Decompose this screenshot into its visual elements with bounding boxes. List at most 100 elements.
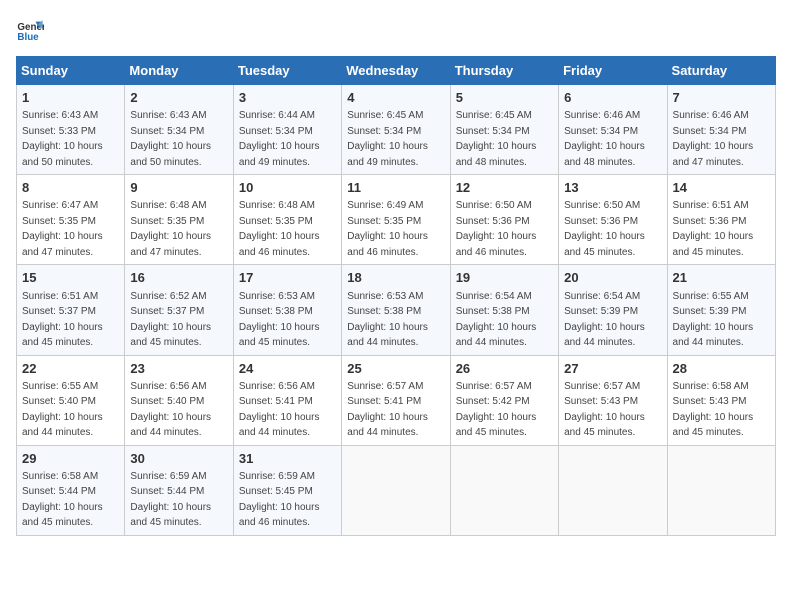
day-info: Sunrise: 6:53 AMSunset: 5:38 PMDaylight:… <box>239 291 320 349</box>
day-info: Sunrise: 6:59 AMSunset: 5:44 PMDaylight:… <box>130 471 211 529</box>
day-number: 11 <box>347 179 444 197</box>
day-info: Sunrise: 6:46 AMSunset: 5:34 PMDaylight:… <box>564 110 645 168</box>
day-info: Sunrise: 6:57 AMSunset: 5:42 PMDaylight:… <box>456 381 537 439</box>
header-saturday: Saturday <box>667 57 775 85</box>
day-info: Sunrise: 6:53 AMSunset: 5:38 PMDaylight:… <box>347 291 428 349</box>
day-number: 10 <box>239 179 336 197</box>
day-number: 4 <box>347 89 444 107</box>
day-info: Sunrise: 6:43 AMSunset: 5:33 PMDaylight:… <box>22 110 103 168</box>
header-tuesday: Tuesday <box>233 57 341 85</box>
calendar-cell: 26 Sunrise: 6:57 AMSunset: 5:42 PMDayligh… <box>450 355 558 445</box>
logo-icon: General Blue <box>16 16 44 44</box>
calendar-cell: 23 Sunrise: 6:56 AMSunset: 5:40 PMDayligh… <box>125 355 233 445</box>
day-info: Sunrise: 6:48 AMSunset: 5:35 PMDaylight:… <box>239 200 320 258</box>
calendar-cell: 20 Sunrise: 6:54 AMSunset: 5:39 PMDayligh… <box>559 265 667 355</box>
calendar-cell: 6 Sunrise: 6:46 AMSunset: 5:34 PMDaylight… <box>559 85 667 175</box>
day-info: Sunrise: 6:57 AMSunset: 5:41 PMDaylight:… <box>347 381 428 439</box>
day-number: 15 <box>22 269 119 287</box>
calendar-cell: 29 Sunrise: 6:58 AMSunset: 5:44 PMDayligh… <box>17 445 125 535</box>
day-number: 26 <box>456 360 553 378</box>
week-row-2: 8 Sunrise: 6:47 AMSunset: 5:35 PMDaylight… <box>17 175 776 265</box>
day-number: 2 <box>130 89 227 107</box>
calendar-header-row: SundayMondayTuesdayWednesdayThursdayFrid… <box>17 57 776 85</box>
header-wednesday: Wednesday <box>342 57 450 85</box>
calendar-cell <box>450 445 558 535</box>
day-number: 3 <box>239 89 336 107</box>
day-info: Sunrise: 6:57 AMSunset: 5:43 PMDaylight:… <box>564 381 645 439</box>
day-info: Sunrise: 6:47 AMSunset: 5:35 PMDaylight:… <box>22 200 103 258</box>
day-info: Sunrise: 6:45 AMSunset: 5:34 PMDaylight:… <box>456 110 537 168</box>
calendar-cell: 13Sunrise: 6:50 AMSunset: 5:36 PMDayligh… <box>559 175 667 265</box>
day-info: Sunrise: 6:45 AMSunset: 5:34 PMDaylight:… <box>347 110 428 168</box>
day-info: Sunrise: 6:54 AMSunset: 5:39 PMDaylight:… <box>564 291 645 349</box>
day-number: 22 <box>22 360 119 378</box>
day-number: 17 <box>239 269 336 287</box>
calendar-cell: 25 Sunrise: 6:57 AMSunset: 5:41 PMDayligh… <box>342 355 450 445</box>
calendar-cell: 18 Sunrise: 6:53 AMSunset: 5:38 PMDayligh… <box>342 265 450 355</box>
week-row-1: 1 Sunrise: 6:43 AMSunset: 5:33 PMDaylight… <box>17 85 776 175</box>
day-info: Sunrise: 6:56 AMSunset: 5:40 PMDaylight:… <box>130 381 211 439</box>
calendar-cell: 31 Sunrise: 6:59 AMSunset: 5:45 PMDayligh… <box>233 445 341 535</box>
day-info: Sunrise: 6:43 AMSunset: 5:34 PMDaylight:… <box>130 110 211 168</box>
calendar-cell: 27 Sunrise: 6:57 AMSunset: 5:43 PMDayligh… <box>559 355 667 445</box>
day-number: 27 <box>564 360 661 378</box>
day-info: Sunrise: 6:54 AMSunset: 5:38 PMDaylight:… <box>456 291 537 349</box>
calendar-cell: 10 Sunrise: 6:48 AMSunset: 5:35 PMDayligh… <box>233 175 341 265</box>
svg-text:Blue: Blue <box>17 32 39 43</box>
header-friday: Friday <box>559 57 667 85</box>
day-info: Sunrise: 6:50 AMSunset: 5:36 PMDaylight:… <box>456 200 537 258</box>
day-number: 16 <box>130 269 227 287</box>
day-number: 29 <box>22 450 119 468</box>
calendar-cell: 1 Sunrise: 6:43 AMSunset: 5:33 PMDaylight… <box>17 85 125 175</box>
day-number: 20 <box>564 269 661 287</box>
day-number: 21 <box>673 269 770 287</box>
day-number: 30 <box>130 450 227 468</box>
calendar-cell: 16 Sunrise: 6:52 AMSunset: 5:37 PMDayligh… <box>125 265 233 355</box>
day-number: 23 <box>130 360 227 378</box>
calendar-cell: 12 Sunrise: 6:50 AMSunset: 5:36 PMDayligh… <box>450 175 558 265</box>
calendar-cell: 28 Sunrise: 6:58 AMSunset: 5:43 PMDayligh… <box>667 355 775 445</box>
calendar-table: SundayMondayTuesdayWednesdayThursdayFrid… <box>16 56 776 536</box>
header-monday: Monday <box>125 57 233 85</box>
calendar-cell: 14Sunrise: 6:51 AMSunset: 5:36 PMDayligh… <box>667 175 775 265</box>
day-info: Sunrise: 6:49 AMSunset: 5:35 PMDaylight:… <box>347 200 428 258</box>
day-info: Sunrise: 6:59 AMSunset: 5:45 PMDaylight:… <box>239 471 320 529</box>
day-number: 14 <box>673 179 770 197</box>
calendar-cell <box>559 445 667 535</box>
week-row-3: 15Sunrise: 6:51 AMSunset: 5:37 PMDayligh… <box>17 265 776 355</box>
calendar-cell: 30 Sunrise: 6:59 AMSunset: 5:44 PMDayligh… <box>125 445 233 535</box>
day-number: 13 <box>564 179 661 197</box>
day-number: 6 <box>564 89 661 107</box>
day-info: Sunrise: 6:58 AMSunset: 5:44 PMDaylight:… <box>22 471 103 529</box>
logo: General Blue <box>16 16 48 44</box>
day-number: 1 <box>22 89 119 107</box>
day-number: 24 <box>239 360 336 378</box>
calendar-cell <box>342 445 450 535</box>
day-number: 5 <box>456 89 553 107</box>
calendar-cell: 15Sunrise: 6:51 AMSunset: 5:37 PMDayligh… <box>17 265 125 355</box>
day-number: 19 <box>456 269 553 287</box>
day-info: Sunrise: 6:52 AMSunset: 5:37 PMDaylight:… <box>130 291 211 349</box>
day-number: 31 <box>239 450 336 468</box>
calendar-cell: 17 Sunrise: 6:53 AMSunset: 5:38 PMDayligh… <box>233 265 341 355</box>
calendar-cell: 9Sunrise: 6:48 AMSunset: 5:35 PMDaylight… <box>125 175 233 265</box>
calendar-cell: 21Sunrise: 6:55 AMSunset: 5:39 PMDayligh… <box>667 265 775 355</box>
day-info: Sunrise: 6:46 AMSunset: 5:34 PMDaylight:… <box>673 110 754 168</box>
header-sunday: Sunday <box>17 57 125 85</box>
day-number: 9 <box>130 179 227 197</box>
calendar-cell: 2 Sunrise: 6:43 AMSunset: 5:34 PMDaylight… <box>125 85 233 175</box>
calendar-cell: 5 Sunrise: 6:45 AMSunset: 5:34 PMDaylight… <box>450 85 558 175</box>
day-number: 8 <box>22 179 119 197</box>
calendar-cell: 3 Sunrise: 6:44 AMSunset: 5:34 PMDaylight… <box>233 85 341 175</box>
calendar-cell: 11 Sunrise: 6:49 AMSunset: 5:35 PMDayligh… <box>342 175 450 265</box>
day-number: 28 <box>673 360 770 378</box>
page-header: General Blue <box>16 16 776 44</box>
day-number: 7 <box>673 89 770 107</box>
day-number: 25 <box>347 360 444 378</box>
day-info: Sunrise: 6:58 AMSunset: 5:43 PMDaylight:… <box>673 381 754 439</box>
day-number: 12 <box>456 179 553 197</box>
calendar-cell: 4 Sunrise: 6:45 AMSunset: 5:34 PMDaylight… <box>342 85 450 175</box>
day-number: 18 <box>347 269 444 287</box>
week-row-4: 22Sunrise: 6:55 AMSunset: 5:40 PMDayligh… <box>17 355 776 445</box>
day-info: Sunrise: 6:44 AMSunset: 5:34 PMDaylight:… <box>239 110 320 168</box>
